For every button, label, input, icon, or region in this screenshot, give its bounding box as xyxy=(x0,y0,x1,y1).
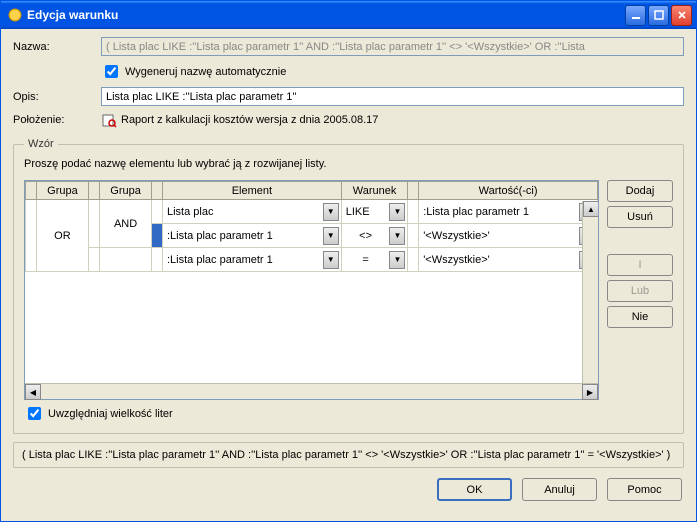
chevron-down-icon[interactable]: ▼ xyxy=(389,203,405,221)
warunek-select[interactable]: LIKE▼ xyxy=(342,201,408,223)
col-wartosc[interactable]: Wartość(-ci) xyxy=(419,182,598,200)
chevron-down-icon[interactable]: ▼ xyxy=(389,251,405,269)
close-button[interactable] xyxy=(671,5,692,26)
cancel-button[interactable]: Anuluj xyxy=(522,478,597,501)
titlebar: Edycja warunku xyxy=(1,1,696,29)
row-handle[interactable] xyxy=(89,200,100,248)
row-handle[interactable] xyxy=(152,248,163,272)
group-inner[interactable]: AND xyxy=(99,200,151,248)
group-outer[interactable]: OR xyxy=(36,200,88,272)
app-icon xyxy=(7,7,23,23)
minimize-button[interactable] xyxy=(625,5,646,26)
row-handle[interactable] xyxy=(26,200,37,272)
horizontal-scrollbar[interactable]: ◀ ▶ xyxy=(25,383,598,399)
auto-name-checkbox[interactable] xyxy=(105,65,118,78)
warunek-select[interactable]: <>▼ xyxy=(342,225,408,247)
dodaj-button[interactable]: Dodaj xyxy=(607,180,673,202)
conditions-grid: Grupa Grupa Element Warunek Wartość(-ci) xyxy=(24,180,599,400)
row-handle[interactable] xyxy=(89,248,100,272)
row-handle[interactable] xyxy=(408,248,419,272)
chevron-down-icon[interactable]: ▼ xyxy=(323,227,339,245)
window-title: Edycja warunku xyxy=(27,8,625,22)
element-select[interactable]: :Lista plac parametr 1▼ xyxy=(163,249,341,271)
row-handle[interactable] xyxy=(152,200,163,224)
location-label: Położenie: xyxy=(13,114,101,126)
maximize-button[interactable] xyxy=(648,5,669,26)
dialog-window: Edycja warunku Nazwa: Wygeneruj nazwę xyxy=(0,0,697,522)
usun-button[interactable]: Usuń xyxy=(607,206,673,228)
desc-input[interactable] xyxy=(101,87,684,106)
dialog-content: Nazwa: Wygeneruj nazwę automatycznie Opi… xyxy=(1,29,696,521)
wartosc-select[interactable]: '<Wszystkie>'▼ xyxy=(419,225,597,247)
lub-button[interactable]: Lub xyxy=(607,280,673,302)
scroll-up-icon[interactable]: ▲ xyxy=(583,201,598,217)
case-sensitive-checkbox[interactable] xyxy=(28,407,41,420)
nie-button[interactable]: Nie xyxy=(607,306,673,328)
name-input xyxy=(101,37,684,56)
element-select[interactable]: :Lista plac parametr 1▼ xyxy=(163,225,341,247)
i-button[interactable]: I xyxy=(607,254,673,276)
ok-button[interactable]: OK xyxy=(437,478,512,501)
scroll-right-icon[interactable]: ▶ xyxy=(582,384,598,400)
help-button[interactable]: Pomoc xyxy=(607,478,682,501)
report-icon xyxy=(101,112,117,128)
auto-name-label: Wygeneruj nazwę automatycznie xyxy=(125,66,286,78)
element-select[interactable]: Lista plac▼ xyxy=(163,201,341,223)
pattern-prompt: Proszę podać nazwę elementu lub wybrać j… xyxy=(24,158,673,170)
col-warunek[interactable]: Warunek xyxy=(341,182,408,200)
wartosc-select[interactable]: :Lista plac parametr 1▼ xyxy=(419,201,597,223)
warunek-select[interactable]: =▼ xyxy=(342,249,408,271)
row-handle[interactable] xyxy=(152,224,163,248)
chevron-down-icon[interactable]: ▼ xyxy=(323,203,339,221)
scroll-left-icon[interactable]: ◀ xyxy=(25,384,41,400)
group-empty[interactable] xyxy=(99,248,151,272)
pattern-legend: Wzór xyxy=(24,138,58,150)
name-label: Nazwa: xyxy=(13,41,101,53)
chevron-down-icon[interactable]: ▼ xyxy=(323,251,339,269)
col-grupa-2[interactable]: Grupa xyxy=(99,182,151,200)
location-value: Raport z kalkulacji kosztów wersja z dni… xyxy=(121,114,378,126)
vertical-scrollbar[interactable]: ▲ xyxy=(582,201,598,383)
col-grupa-1[interactable]: Grupa xyxy=(36,182,88,200)
desc-label: Opis: xyxy=(13,91,101,103)
col-element[interactable]: Element xyxy=(163,182,342,200)
case-sensitive-label: Uwzględniaj wielkość liter xyxy=(48,408,173,420)
chevron-down-icon[interactable]: ▼ xyxy=(389,227,405,245)
wartosc-select[interactable]: '<Wszystkie>'▼ xyxy=(419,249,597,271)
row-handle[interactable] xyxy=(408,224,419,248)
expression-summary: ( Lista plac LIKE :''Lista plac parametr… xyxy=(13,442,684,468)
row-handle[interactable] xyxy=(408,200,419,224)
pattern-fieldset: Wzór Proszę podać nazwę elementu lub wyb… xyxy=(13,138,684,434)
